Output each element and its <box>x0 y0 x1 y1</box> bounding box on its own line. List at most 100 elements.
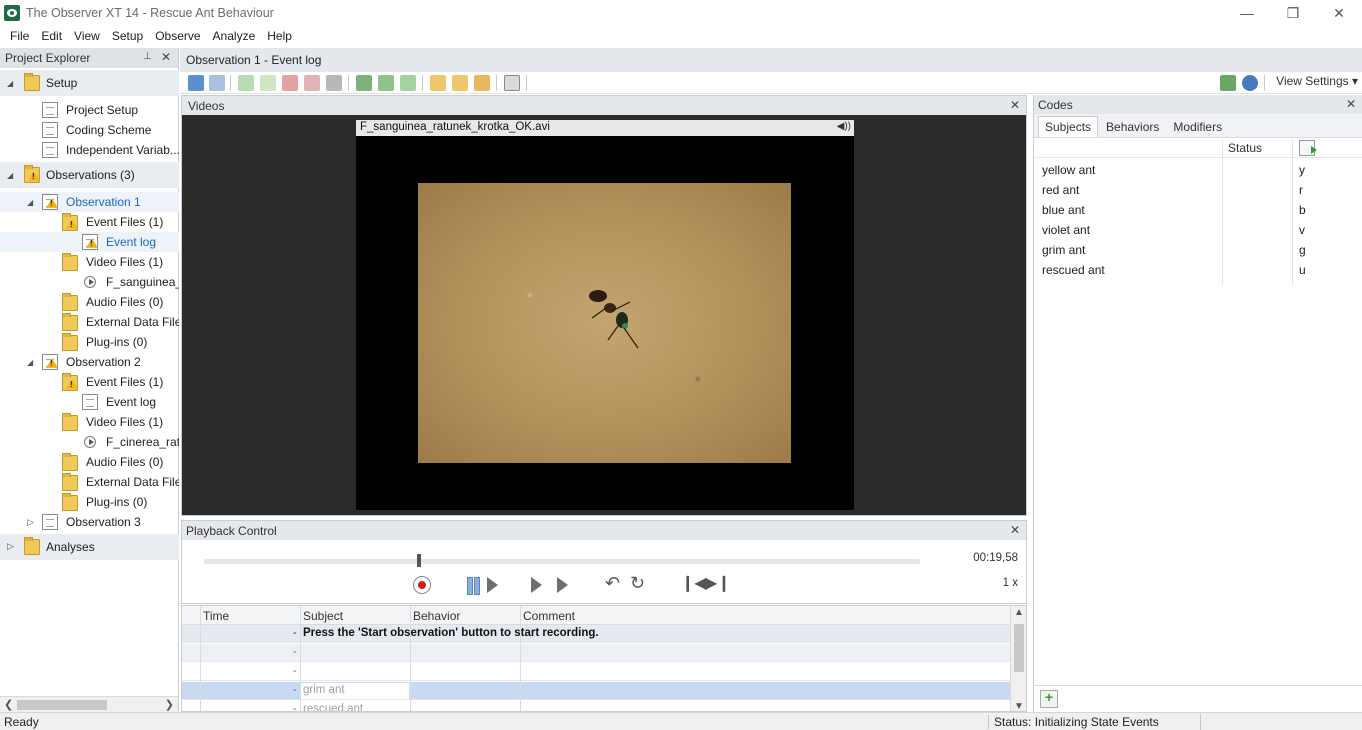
status-column-header[interactable]: Status <box>1228 141 1262 155</box>
next-frame-icon[interactable]: ▶❙ <box>705 573 731 592</box>
tree-obs1-video-file[interactable]: F_sanguinea_ <box>0 272 179 292</box>
minimize-button[interactable]: — <box>1224 0 1270 26</box>
playback-position-slider[interactable] <box>416 554 421 567</box>
import-icon[interactable] <box>452 75 468 91</box>
collapse-arrow-icon[interactable]: ◢ <box>7 171 13 180</box>
insert-event-icon[interactable] <box>260 75 276 91</box>
collapse-arrow-icon[interactable]: ◢ <box>27 198 33 207</box>
close-window-button[interactable]: ✕ <box>1316 0 1362 26</box>
menu-analyze[interactable]: Analyze <box>207 29 262 43</box>
tab-modifiers[interactable]: Modifiers <box>1167 117 1228 137</box>
tree-obs2-video-files[interactable]: Video Files (1) <box>0 412 179 432</box>
tab-subjects[interactable]: Subjects <box>1038 116 1099 137</box>
list-item[interactable]: red ant r <box>1034 180 1362 200</box>
table-row[interactable]: - rescued ant <box>182 701 1011 711</box>
playback-close-button[interactable]: ✕ <box>1010 523 1020 537</box>
tree-coding-scheme[interactable]: Coding Scheme <box>0 120 179 140</box>
undo-icon[interactable] <box>188 75 204 91</box>
playback-timeline-track[interactable] <box>204 559 920 564</box>
find-icon[interactable] <box>326 75 342 91</box>
pin-icon[interactable]: ⊥ <box>143 51 152 62</box>
list-item[interactable]: yellow ant y <box>1034 160 1362 180</box>
event-log-vertical-scrollbar[interactable]: ▲ ▼ <box>1010 606 1026 711</box>
tree-obs2-plugins[interactable]: Plug-ins (0) <box>0 492 179 512</box>
scroll-left-icon[interactable]: ❮ <box>4 698 13 711</box>
rewind-icon[interactable]: ↶ <box>605 573 620 593</box>
export-codes-icon[interactable] <box>1299 140 1317 156</box>
codes-close-button[interactable]: ✕ <box>1346 97 1356 111</box>
tree-project-setup[interactable]: Project Setup <box>0 100 179 120</box>
scrollbar-thumb[interactable] <box>17 700 107 710</box>
open-folder-icon[interactable] <box>430 75 446 91</box>
tree-obs1-event-log[interactable]: Event log <box>0 232 179 252</box>
export-icon[interactable] <box>474 75 490 91</box>
playback-speed[interactable]: 1 x <box>1003 577 1018 589</box>
videos-close-button[interactable]: ✕ <box>1010 98 1020 112</box>
start-observation-icon[interactable] <box>356 75 372 91</box>
list-item[interactable]: violet ant v <box>1034 220 1362 240</box>
list-item[interactable]: grim ant g <box>1034 240 1362 260</box>
tree-obs2-external-data[interactable]: External Data Files <box>0 472 179 492</box>
video-frame[interactable] <box>418 183 791 463</box>
export-green-icon[interactable] <box>1220 75 1236 91</box>
tree-obs2-event-log[interactable]: Event log <box>0 392 179 412</box>
step-plus-icon[interactable] <box>557 577 568 593</box>
delete-all-icon[interactable] <box>304 75 320 91</box>
chart-icon[interactable] <box>504 75 520 91</box>
list-item[interactable]: rescued ant u <box>1034 260 1362 280</box>
menu-view[interactable]: View <box>68 29 106 43</box>
tree-analyses[interactable]: ▷ Analyses <box>0 534 179 560</box>
subject-input[interactable]: grim ant <box>301 683 409 699</box>
tree-independent-variables[interactable]: Independent Variab... <box>0 140 179 160</box>
document-tab[interactable]: Observation 1 - Event log <box>180 48 1362 72</box>
column-time[interactable]: Time <box>203 609 229 623</box>
scrollbar-thumb[interactable] <box>1014 624 1024 672</box>
tree-obs1-plugins[interactable]: Plug-ins (0) <box>0 332 179 352</box>
table-row[interactable]: - <box>182 663 1011 681</box>
step-end-icon[interactable] <box>531 577 542 593</box>
menu-file[interactable]: File <box>4 29 35 43</box>
table-row[interactable]: - Press the 'Start observation' button t… <box>182 625 1011 643</box>
menu-help[interactable]: Help <box>261 29 298 43</box>
tree-obs1-external-data[interactable]: External Data Files <box>0 312 179 332</box>
collapse-arrow-icon[interactable]: ◢ <box>7 79 13 88</box>
help-icon[interactable] <box>1242 75 1258 91</box>
tree-obs1-event-files[interactable]: Event Files (1) <box>0 212 179 232</box>
collapse-arrow-icon[interactable]: ◢ <box>27 358 33 367</box>
add-observation-icon[interactable] <box>400 75 416 91</box>
tab-behaviors[interactable]: Behaviors <box>1100 117 1165 137</box>
scroll-down-icon[interactable]: ▼ <box>1014 701 1024 711</box>
column-subject[interactable]: Subject <box>303 609 343 623</box>
view-settings-dropdown[interactable]: View Settings ▾ <box>1276 74 1358 88</box>
table-row[interactable]: - <box>182 644 1011 662</box>
accept-icon[interactable] <box>238 75 254 91</box>
speaker-icon[interactable]: ◀)) <box>837 121 851 132</box>
tree-setup[interactable]: ◢ Setup <box>0 70 179 96</box>
video-player-window[interactable]: F_sanguinea_ratunek_krotka_OK.avi ◀)) <box>356 120 854 510</box>
expand-arrow-icon[interactable]: ▷ <box>7 541 14 552</box>
column-behavior[interactable]: Behavior <box>413 609 460 623</box>
tree-obs1-video-files[interactable]: Video Files (1) <box>0 252 179 272</box>
tree-obs1-audio-files[interactable]: Audio Files (0) <box>0 292 179 312</box>
tree-obs2-audio-files[interactable]: Audio Files (0) <box>0 452 179 472</box>
column-comment[interactable]: Comment <box>523 609 575 623</box>
explorer-horizontal-scrollbar[interactable]: ❮ ❯ <box>0 696 178 712</box>
record-icon[interactable] <box>413 576 431 594</box>
continue-observation-icon[interactable] <box>378 75 394 91</box>
scroll-right-icon[interactable]: ❯ <box>165 698 174 711</box>
pause-icon[interactable] <box>467 576 480 595</box>
add-subject-button[interactable] <box>1040 689 1058 708</box>
refresh-icon[interactable]: ↻ <box>630 573 645 593</box>
scroll-up-icon[interactable]: ▲ <box>1014 607 1024 618</box>
delete-event-icon[interactable] <box>282 75 298 91</box>
tree-obs2-video-file[interactable]: F_cinerea_ratu <box>0 432 179 452</box>
table-row[interactable]: - grim ant <box>182 682 1011 700</box>
tree-observations[interactable]: ◢ Observations (3) <box>0 162 179 188</box>
previous-frame-icon[interactable]: ❙◀ <box>681 573 707 592</box>
menu-setup[interactable]: Setup <box>106 29 149 43</box>
tree-observation-2[interactable]: ◢ Observation 2 <box>0 352 179 372</box>
redo-icon[interactable] <box>209 75 225 91</box>
list-item[interactable]: blue ant b <box>1034 200 1362 220</box>
restore-button[interactable]: ❐ <box>1270 0 1316 26</box>
tree-observation-3[interactable]: ▷ Observation 3 <box>0 512 179 532</box>
